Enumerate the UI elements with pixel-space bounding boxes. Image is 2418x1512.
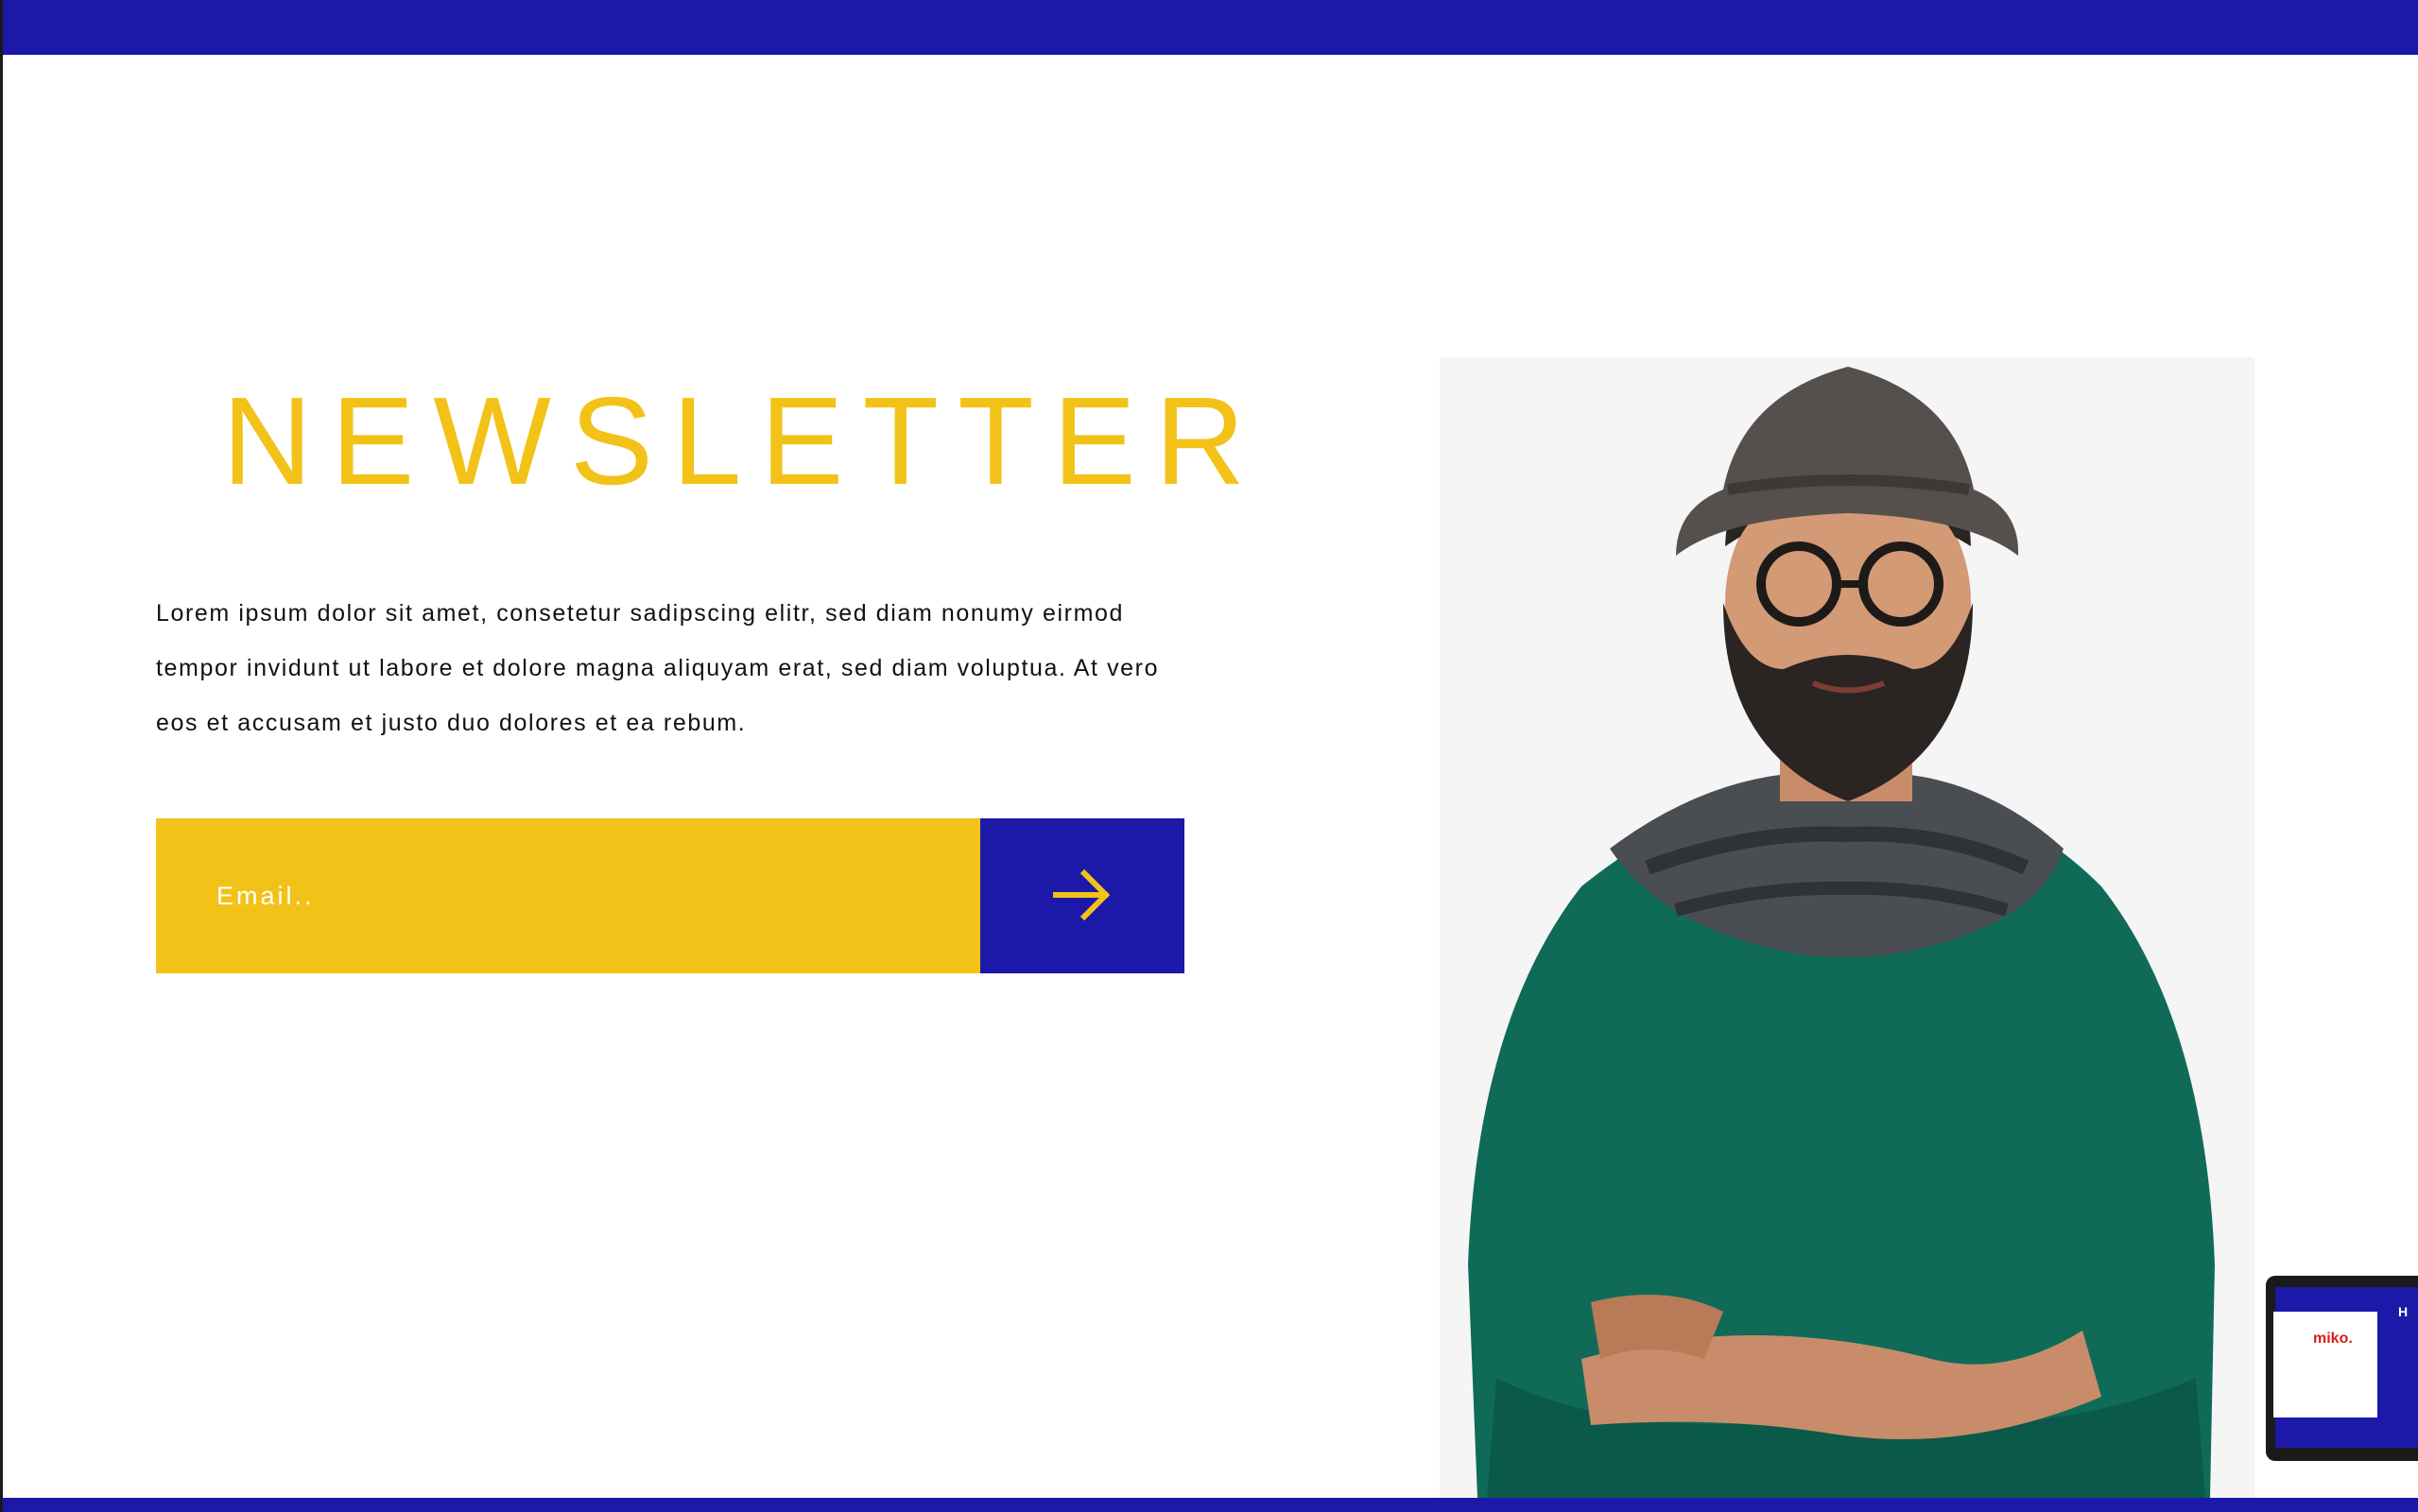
top-accent-bar xyxy=(3,0,2418,55)
thumbnail-heading-letter: H xyxy=(2398,1304,2409,1319)
thumbnail-card: miko. xyxy=(2273,1312,2377,1418)
arrow-right-icon xyxy=(1052,867,1113,926)
bottom-accent-bar xyxy=(3,1498,2418,1512)
preview-thumbnail[interactable]: miko. H xyxy=(2266,1276,2418,1461)
newsletter-signup-form xyxy=(156,818,1184,973)
newsletter-page: NEWSLETTER Lorem ipsum dolor sit amet, c… xyxy=(0,0,2418,1512)
subscribe-button[interactable] xyxy=(980,818,1184,973)
model-photo xyxy=(1440,357,2254,1498)
newsletter-description: Lorem ipsum dolor sit amet, consetetur s… xyxy=(156,600,1160,736)
page-title: NEWSLETTER xyxy=(222,371,1265,510)
thumbnail-logo: miko. xyxy=(2313,1331,2353,1347)
email-input[interactable] xyxy=(156,818,980,973)
